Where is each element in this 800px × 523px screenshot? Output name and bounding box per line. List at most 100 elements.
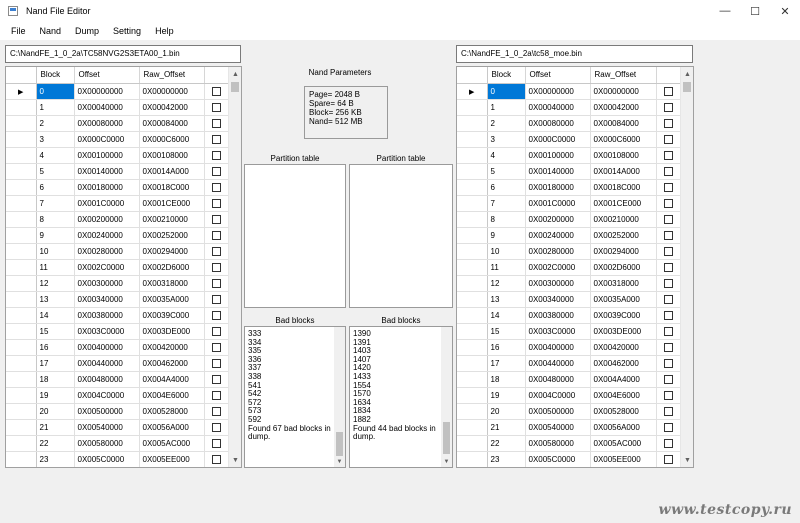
- offset-cell[interactable]: 0X000C0000: [74, 131, 140, 148]
- table-row[interactable]: 19 0X004C0000 0X004E6000: [6, 387, 230, 404]
- table-row[interactable]: 12 0X00300000 0X00318000: [457, 275, 682, 292]
- raw-offset-cell[interactable]: 0X00462000: [139, 355, 205, 372]
- block-cell[interactable]: 14: [36, 307, 75, 324]
- offset-cell[interactable]: 0X00400000: [525, 339, 591, 356]
- check-cell[interactable]: [204, 83, 230, 100]
- row-header[interactable]: [457, 435, 488, 452]
- offset-cell[interactable]: 0X001C0000: [525, 195, 591, 212]
- table-row[interactable]: 13 0X00340000 0X0035A000: [457, 291, 682, 308]
- raw-offset-cell[interactable]: 0X002D6000: [590, 259, 657, 276]
- offset-cell[interactable]: 0X00480000: [74, 371, 140, 388]
- row-header[interactable]: [457, 419, 488, 436]
- row-header[interactable]: [457, 307, 488, 324]
- row-header[interactable]: [6, 387, 37, 404]
- row-header[interactable]: ▶: [6, 83, 37, 100]
- row-header[interactable]: [6, 339, 37, 356]
- block-cell[interactable]: 23: [487, 451, 526, 467]
- check-cell[interactable]: [656, 451, 682, 467]
- offset-cell[interactable]: 0X005C0000: [525, 451, 591, 467]
- raw-offset-cell[interactable]: 0X003DE000: [139, 323, 205, 340]
- checkbox[interactable]: [211, 390, 221, 400]
- offset-cell[interactable]: 0X00300000: [74, 275, 140, 292]
- table-row[interactable]: 7 0X001C0000 0X001CE000: [457, 195, 682, 212]
- block-cell[interactable]: 21: [36, 419, 75, 436]
- offset-cell[interactable]: 0X00280000: [74, 243, 140, 260]
- block-cell[interactable]: 11: [36, 259, 75, 276]
- row-header[interactable]: [6, 227, 37, 244]
- checkbox[interactable]: [663, 214, 673, 224]
- checkbox[interactable]: [211, 198, 221, 208]
- checkbox[interactable]: [663, 86, 673, 96]
- table-row[interactable]: 9 0X00240000 0X00252000: [457, 227, 682, 244]
- block-cell[interactable]: 0: [487, 83, 526, 100]
- block-cell[interactable]: 4: [36, 147, 75, 164]
- block-cell[interactable]: 9: [36, 227, 75, 244]
- menu-dump[interactable]: Dump: [68, 26, 106, 36]
- table-row[interactable]: 23 0X005C0000 0X005EE000: [6, 451, 230, 467]
- raw-offset-cell[interactable]: 0X000C6000: [590, 131, 657, 148]
- offset-cell[interactable]: 0X00440000: [74, 355, 140, 372]
- table-row[interactable]: 4 0X00100000 0X00108000: [6, 147, 230, 164]
- check-cell[interactable]: [656, 147, 682, 164]
- row-header[interactable]: [457, 403, 488, 420]
- checkbox[interactable]: [211, 358, 221, 368]
- raw-offset-cell[interactable]: 0X005EE000: [590, 451, 657, 467]
- block-cell[interactable]: 8: [36, 211, 75, 228]
- row-header[interactable]: [6, 163, 37, 180]
- arrow-down-icon[interactable]: ▼: [334, 456, 345, 467]
- offset-cell[interactable]: 0X002C0000: [525, 259, 591, 276]
- table-row[interactable]: 17 0X00440000 0X00462000: [6, 355, 230, 372]
- table-row[interactable]: 16 0X00400000 0X00420000: [457, 339, 682, 356]
- checkbox[interactable]: [211, 86, 221, 96]
- raw-offset-cell[interactable]: 0X0039C000: [590, 307, 657, 324]
- check-cell[interactable]: [204, 99, 230, 116]
- offset-cell[interactable]: 0X004C0000: [525, 387, 591, 404]
- check-cell[interactable]: [656, 259, 682, 276]
- bad-blocks-right-scrollbar[interactable]: ▼: [441, 327, 452, 467]
- row-header[interactable]: [6, 179, 37, 196]
- row-header[interactable]: [6, 195, 37, 212]
- checkbox[interactable]: [663, 198, 673, 208]
- block-cell[interactable]: 3: [36, 131, 75, 148]
- table-row[interactable]: 18 0X00480000 0X004A4000: [457, 371, 682, 388]
- checkbox[interactable]: [211, 102, 221, 112]
- partition-table-left[interactable]: [244, 164, 346, 308]
- check-cell[interactable]: [656, 179, 682, 196]
- checkbox[interactable]: [211, 246, 221, 256]
- raw-offset-cell[interactable]: 0X004E6000: [139, 387, 205, 404]
- table-row[interactable]: 13 0X00340000 0X0035A000: [6, 291, 230, 308]
- row-header[interactable]: [6, 307, 37, 324]
- check-cell[interactable]: [656, 243, 682, 260]
- checkbox[interactable]: [211, 310, 221, 320]
- row-header[interactable]: [457, 323, 488, 340]
- raw-offset-cell[interactable]: 0X00252000: [590, 227, 657, 244]
- checkbox[interactable]: [211, 454, 221, 464]
- checkbox[interactable]: [663, 182, 673, 192]
- block-cell[interactable]: 0: [36, 83, 75, 100]
- checkbox[interactable]: [211, 342, 221, 352]
- block-cell[interactable]: 20: [36, 403, 75, 420]
- table-row[interactable]: 11 0X002C0000 0X002D6000: [6, 259, 230, 276]
- check-cell[interactable]: [656, 339, 682, 356]
- block-cell[interactable]: 12: [36, 275, 75, 292]
- check-cell[interactable]: [656, 227, 682, 244]
- block-cell[interactable]: 22: [487, 435, 526, 452]
- block-cell[interactable]: 23: [36, 451, 75, 467]
- row-header[interactable]: ▶: [457, 83, 488, 100]
- raw-offset-cell[interactable]: 0X003DE000: [590, 323, 657, 340]
- block-cell[interactable]: 17: [487, 355, 526, 372]
- check-cell[interactable]: [656, 419, 682, 436]
- raw-offset-cell[interactable]: 0X005AC000: [139, 435, 205, 452]
- table-row[interactable]: ▶ 0 0X00000000 0X00000000: [457, 83, 682, 100]
- arrow-down-icon[interactable]: ▼: [441, 456, 452, 467]
- raw-offset-cell[interactable]: 0X0014A000: [590, 163, 657, 180]
- checkbox[interactable]: [663, 150, 673, 160]
- table-row[interactable]: 1 0X00040000 0X00042000: [6, 99, 230, 116]
- offset-cell[interactable]: 0X00400000: [74, 339, 140, 356]
- checkbox[interactable]: [663, 422, 673, 432]
- table-row[interactable]: 20 0X00500000 0X00528000: [457, 403, 682, 420]
- check-cell[interactable]: [656, 163, 682, 180]
- block-cell[interactable]: 21: [487, 419, 526, 436]
- checkbox[interactable]: [663, 134, 673, 144]
- table-row[interactable]: 23 0X005C0000 0X005EE000: [457, 451, 682, 467]
